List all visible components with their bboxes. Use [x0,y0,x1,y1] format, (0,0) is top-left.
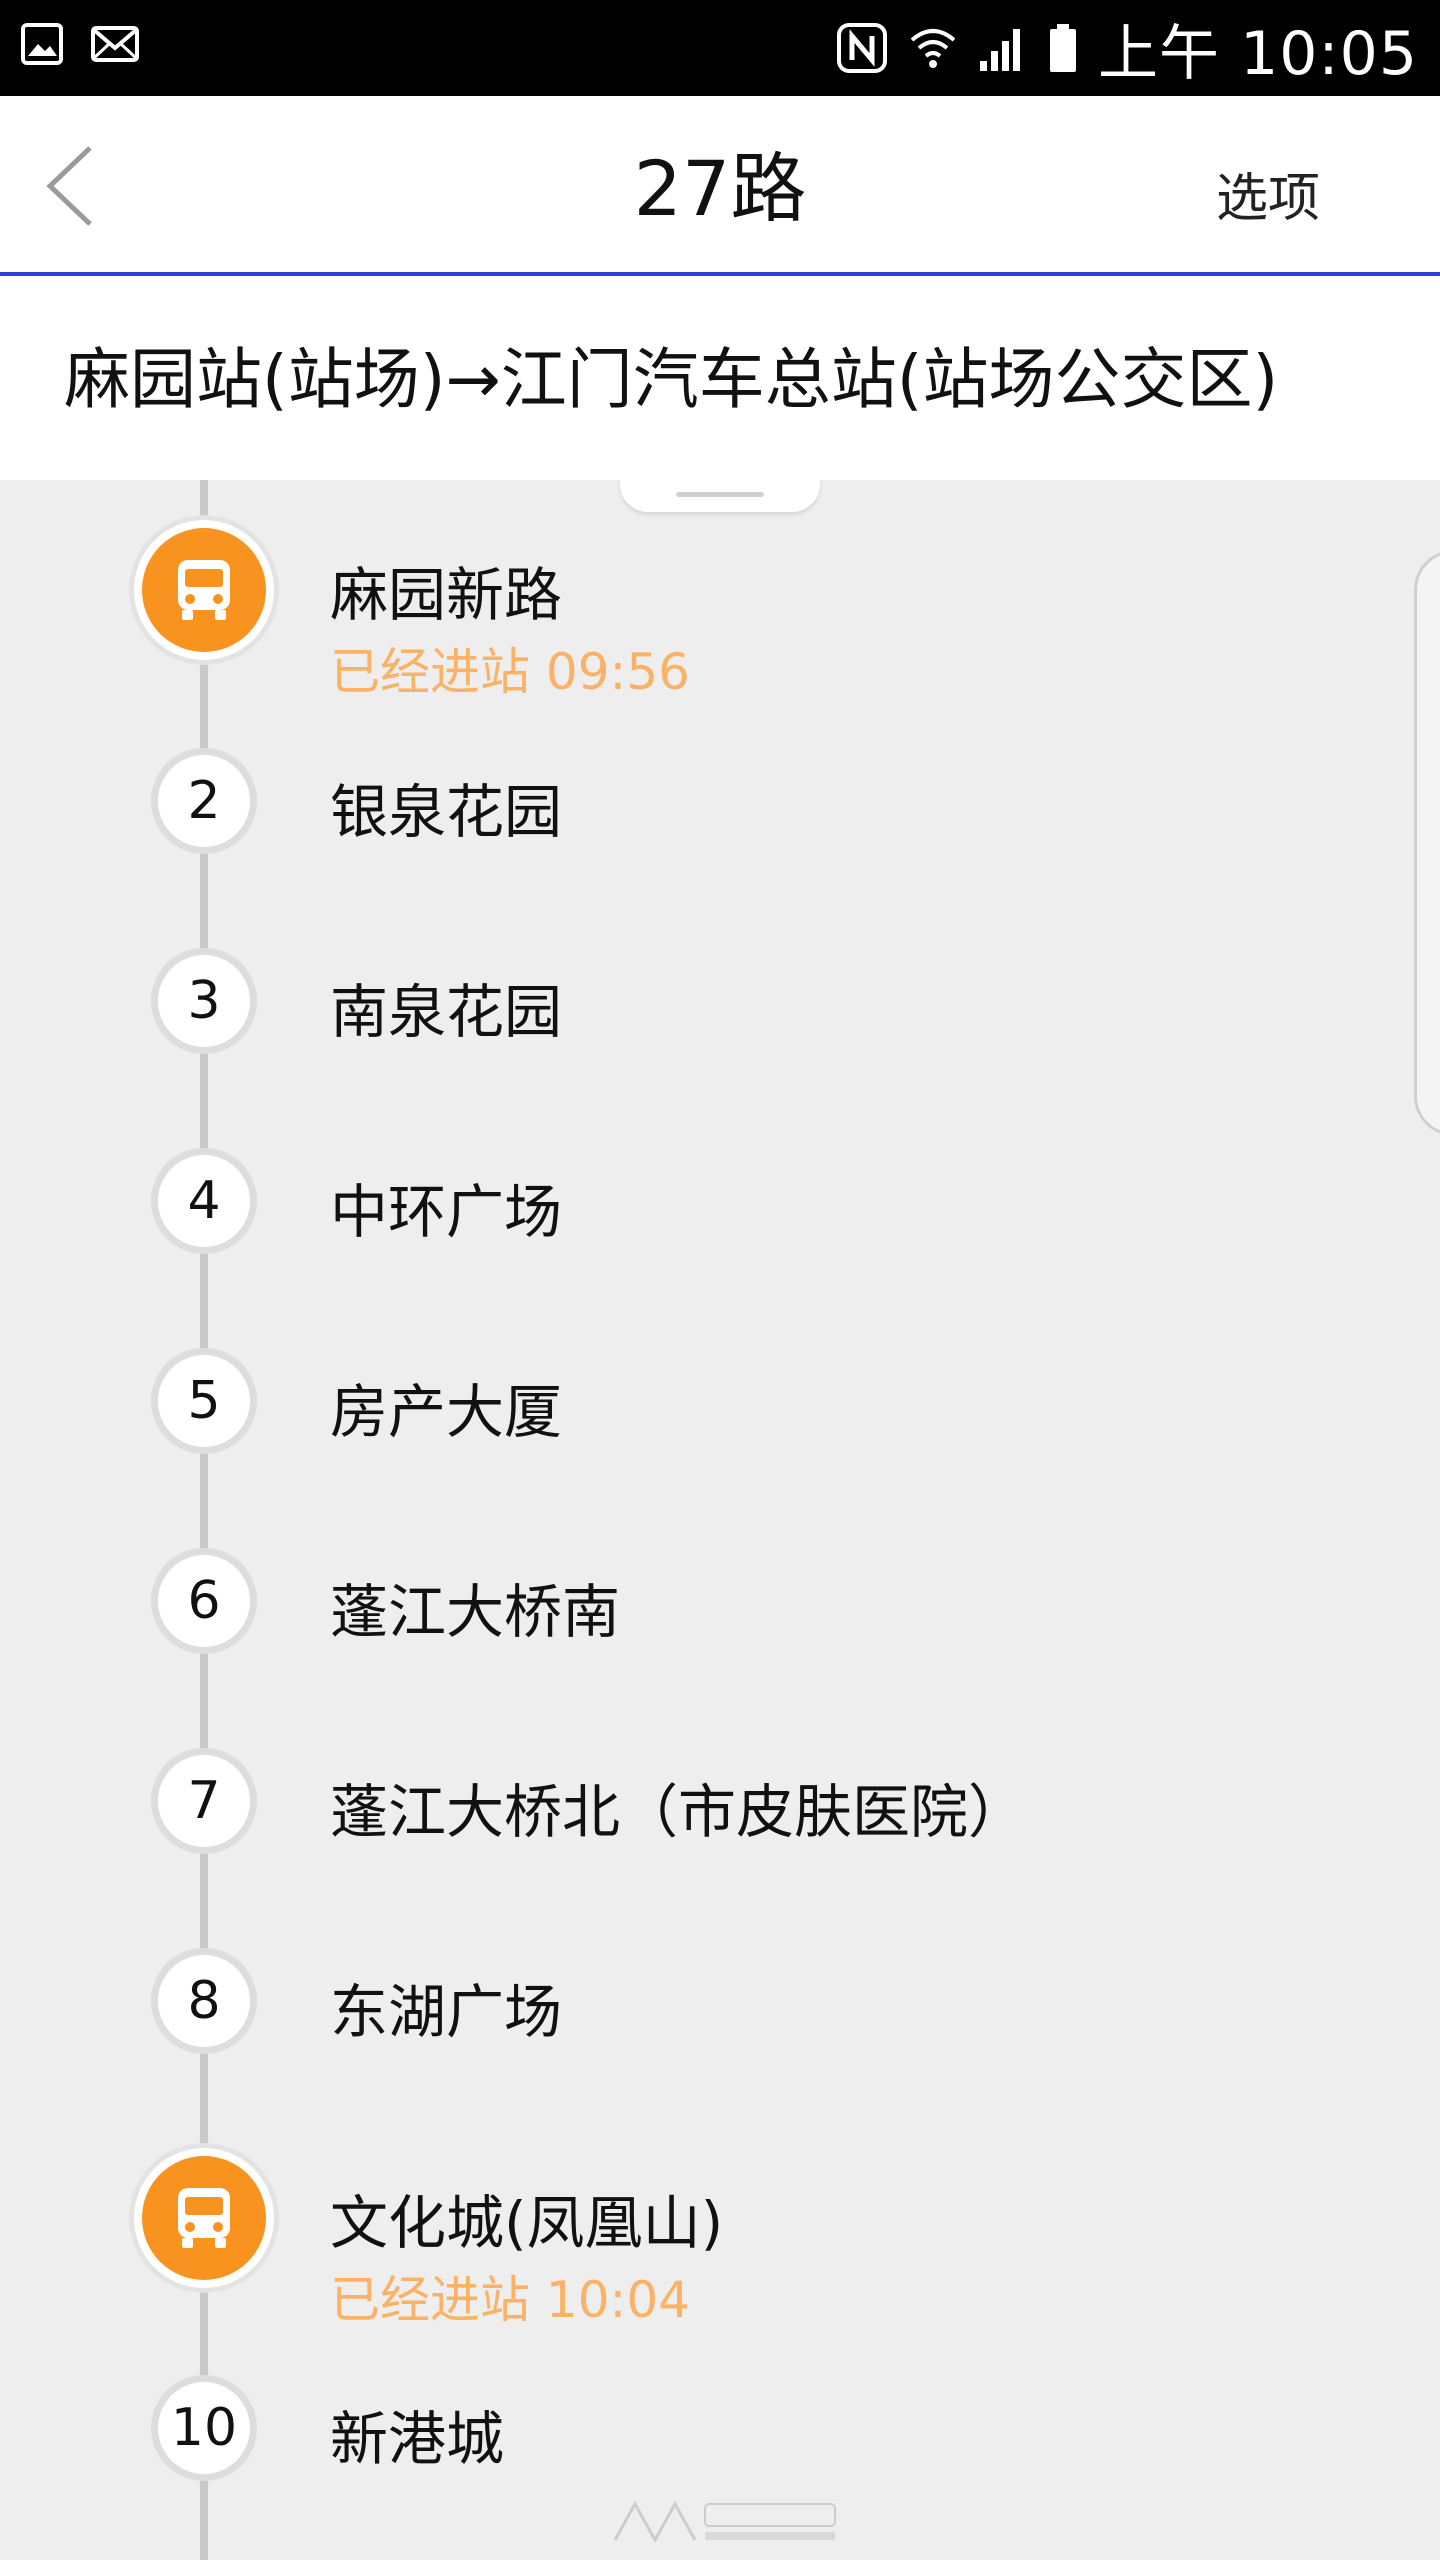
stop-name: 南泉花园 [330,978,563,1046]
stop-name: 房产大厦 [330,1378,563,1446]
stop-name: 文化城(凤凰山) [330,2189,724,2257]
edge-panel-handle[interactable] [1414,550,1440,1136]
stop-number: 8 [158,1955,250,2047]
stop-name: 中环广场 [330,1178,563,1246]
signal-icon [980,29,1021,71]
app-bar: 27路 选项 [0,96,1440,276]
stop-arrival-status: 已经进站 09:56 [330,643,690,701]
route-header: 麻园站(站场)→江门汽车总站(站场公交区) [0,276,1440,480]
watermark-icon [613,2500,836,2544]
stop-name: 东湖广场 [330,1978,563,2046]
stop-number: 4 [158,1155,250,1247]
nfc-icon [837,23,888,73]
stop-name: 新港城 [330,2405,505,2473]
options-button[interactable]: 选项 [1216,156,1320,231]
stop-number: 6 [158,1555,250,1647]
status-time: 上午 10:05 [1098,18,1418,89]
stop-number: 7 [158,1755,250,1847]
system-icons: 上午 10:05 [836,0,1418,96]
stop-number: 5 [158,1355,250,1447]
status-bar: 上午 10:05 [0,0,1440,96]
bus-marker [134,520,274,660]
battery-icon [1050,24,1077,72]
bus-icon [178,560,230,620]
stop-number: 2 [158,755,250,847]
notification-icons [20,22,140,66]
stop-arrival-status: 已经进站 10:04 [330,2271,690,2329]
stop-name: 麻园新路 [330,561,563,629]
stop-name: 蓬江大桥北（市皮肤医院） [330,1778,1027,1846]
route-direction: 麻园站(站场)→江门汽车总站(站场公交区) [64,341,1279,418]
drag-handle[interactable] [620,478,820,512]
drag-handle-bar [676,492,764,497]
watermark-logo [605,2490,845,2550]
wifi-icon [910,29,956,68]
stop-name: 银泉花园 [330,778,563,846]
stop-name: 蓬江大桥南 [330,1578,621,1646]
bus-icon [178,2188,230,2248]
image-icon [21,23,63,65]
stop-number: 10 [158,2382,250,2474]
mail-icon [91,26,139,62]
bus-marker [134,2148,274,2288]
stop-number: 3 [158,955,250,1047]
